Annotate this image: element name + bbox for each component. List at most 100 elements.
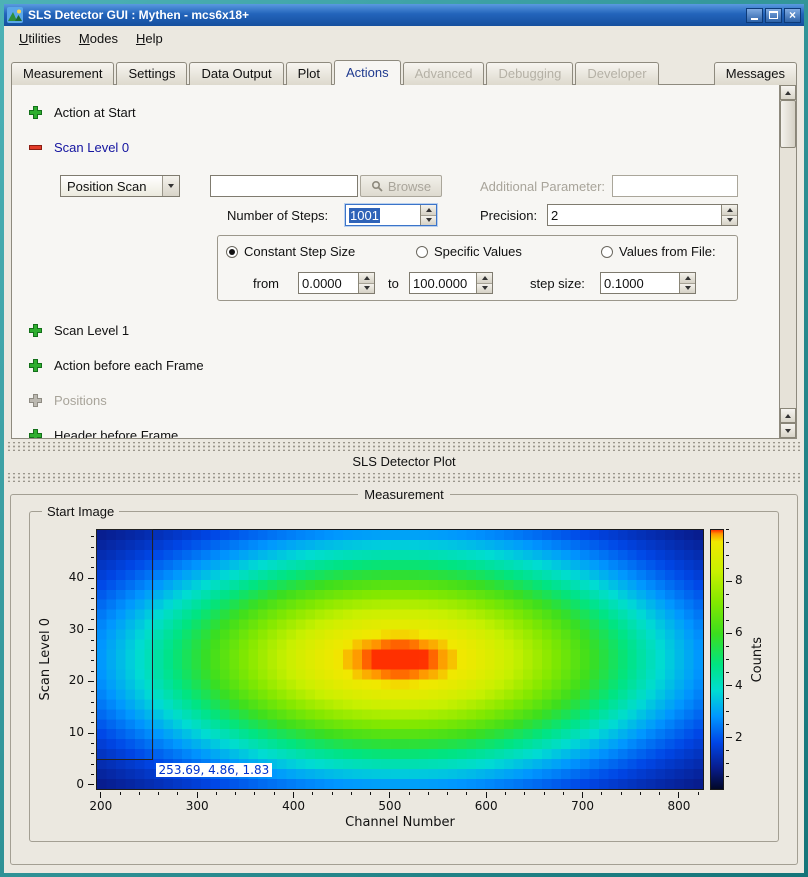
- expand-plus-icon-disabled: [28, 393, 43, 408]
- tab-developer: Developer: [575, 62, 658, 85]
- step-size-spinbox[interactable]: 0.1000: [600, 272, 696, 294]
- expand-plus-icon[interactable]: [28, 428, 43, 438]
- colorbar-tick-label: 2: [735, 730, 755, 744]
- menu-help[interactable]: Help: [127, 28, 172, 49]
- x-axis-major-tick: [582, 792, 583, 798]
- scroll-down-button[interactable]: [780, 423, 796, 438]
- splitter-grip-dots[interactable]: [7, 442, 801, 451]
- to-spinbox[interactable]: 100.0000: [409, 272, 493, 294]
- tab-plot[interactable]: Plot: [286, 62, 332, 85]
- scan-script-input[interactable]: [210, 175, 358, 197]
- menu-utilities[interactable]: Utilities: [10, 28, 70, 49]
- colorbar-tick-label: 8: [735, 573, 755, 587]
- scan-level-1-row[interactable]: Scan Level 1: [28, 323, 129, 338]
- radio-icon[interactable]: [416, 246, 428, 258]
- scrollbar-track[interactable]: [780, 148, 796, 408]
- expand-plus-icon[interactable]: [28, 105, 43, 120]
- splitter-handle[interactable]: SLS Detector Plot: [4, 439, 804, 485]
- spin-down-button[interactable]: [680, 284, 695, 294]
- y-axis-major-tick: [88, 629, 94, 630]
- action-before-each-frame-row[interactable]: Action before each Frame: [28, 358, 204, 373]
- x-axis-minor-tick: [505, 792, 506, 795]
- x-axis-tick-label: 800: [659, 799, 699, 813]
- x-axis-minor-tick: [640, 792, 641, 795]
- scrollbar-thumb[interactable]: [780, 100, 796, 148]
- x-axis-minor-tick: [158, 792, 159, 795]
- chevron-down-icon[interactable]: [162, 176, 179, 196]
- minimize-button[interactable]: [746, 8, 763, 23]
- colorbar-minor-tick: [726, 750, 729, 751]
- x-axis-minor-tick: [139, 792, 140, 795]
- x-axis-major-tick: [486, 792, 487, 798]
- x-axis-tick-label: 500: [370, 799, 410, 813]
- maximize-icon: [769, 11, 778, 19]
- close-button[interactable]: ×: [784, 8, 801, 23]
- scan-level-0-label: Scan Level 0: [54, 140, 129, 155]
- action-at-start-row[interactable]: Action at Start: [28, 105, 136, 120]
- colorbar-minor-tick: [726, 620, 729, 621]
- x-axis-major-tick: [100, 792, 101, 798]
- additional-parameter-input[interactable]: [612, 175, 738, 197]
- heatmap-plot[interactable]: [96, 529, 704, 790]
- x-axis-major-tick: [293, 792, 294, 798]
- spin-up-button[interactable]: [477, 273, 492, 284]
- radio-constant-step-size[interactable]: Constant Step Size: [226, 244, 355, 259]
- spin-down-button[interactable]: [421, 216, 436, 226]
- radio-icon[interactable]: [601, 246, 613, 258]
- window: SLS Detector GUI : Mythen - mcs6x18+ × U…: [0, 0, 808, 877]
- spin-up-button[interactable]: [680, 273, 695, 284]
- window-inner: SLS Detector GUI : Mythen - mcs6x18+ × U…: [4, 4, 804, 873]
- scroll-up-button-2[interactable]: [780, 408, 796, 423]
- spin-up-button[interactable]: [722, 205, 737, 216]
- x-axis-minor-tick: [601, 792, 602, 795]
- radio-values-from-file[interactable]: Values from File:: [601, 244, 716, 259]
- vertical-scrollbar[interactable]: [779, 85, 796, 438]
- number-of-steps-spinbox[interactable]: 1001: [345, 204, 437, 226]
- tab-measurement[interactable]: Measurement: [11, 62, 114, 85]
- radio-specific-values[interactable]: Specific Values: [416, 244, 522, 259]
- maximize-button[interactable]: [765, 8, 782, 23]
- tab-data-output[interactable]: Data Output: [189, 62, 283, 85]
- to-value: 100.0000: [413, 276, 467, 291]
- spin-up-button[interactable]: [421, 205, 436, 216]
- scroll-up-button[interactable]: [780, 85, 796, 100]
- cursor-position-tooltip: 253.69, 4.86, 1.83: [156, 763, 273, 777]
- heatmap-canvas[interactable]: [97, 530, 703, 789]
- colorbar-minor-tick: [726, 698, 729, 699]
- tab-messages[interactable]: Messages: [714, 62, 797, 85]
- spin-up-button[interactable]: [359, 273, 374, 284]
- from-spinbox[interactable]: 0.0000: [298, 272, 375, 294]
- y-axis-minor-tick: [91, 640, 94, 641]
- expand-plus-icon[interactable]: [28, 323, 43, 338]
- menu-modes[interactable]: Modes: [70, 28, 127, 49]
- plot-dock-title: SLS Detector Plot: [4, 452, 804, 472]
- close-icon: ×: [789, 9, 796, 21]
- y-axis-tick-label: 0: [50, 777, 84, 791]
- colorbar-minor-tick: [726, 711, 729, 712]
- x-axis-tick-label: 700: [563, 799, 603, 813]
- x-axis-major-tick: [678, 792, 679, 798]
- expand-plus-icon[interactable]: [28, 358, 43, 373]
- spin-down-button[interactable]: [477, 284, 492, 294]
- y-axis-major-tick: [88, 578, 94, 579]
- scan-mode-select[interactable]: Position Scan: [60, 175, 180, 197]
- y-axis-minor-tick: [91, 671, 94, 672]
- precision-value: 2: [551, 208, 558, 223]
- radio-selected-icon[interactable]: [226, 246, 238, 258]
- x-axis-minor-tick: [698, 792, 699, 795]
- radio-values-from-file-label: Values from File:: [619, 244, 716, 259]
- y-axis-tick-label: 20: [50, 673, 84, 687]
- splitter-grip-dots[interactable]: [7, 473, 801, 482]
- header-before-frame-label: Header before Frame: [54, 428, 178, 438]
- scan-level-0-row[interactable]: Scan Level 0: [28, 140, 129, 155]
- header-before-frame-row[interactable]: Header before Frame: [28, 428, 178, 438]
- colorbar-minor-tick: [726, 568, 729, 569]
- spin-down-button[interactable]: [359, 284, 374, 294]
- precision-spinbox[interactable]: 2: [547, 204, 738, 226]
- tab-actions[interactable]: Actions: [334, 60, 401, 85]
- spin-down-button[interactable]: [722, 216, 737, 226]
- titlebar[interactable]: SLS Detector GUI : Mythen - mcs6x18+ ×: [4, 4, 804, 26]
- actions-tab-panel: Action at Start Scan Level 0 Position Sc…: [11, 84, 797, 439]
- tab-settings[interactable]: Settings: [116, 62, 187, 85]
- collapse-minus-icon[interactable]: [28, 140, 43, 155]
